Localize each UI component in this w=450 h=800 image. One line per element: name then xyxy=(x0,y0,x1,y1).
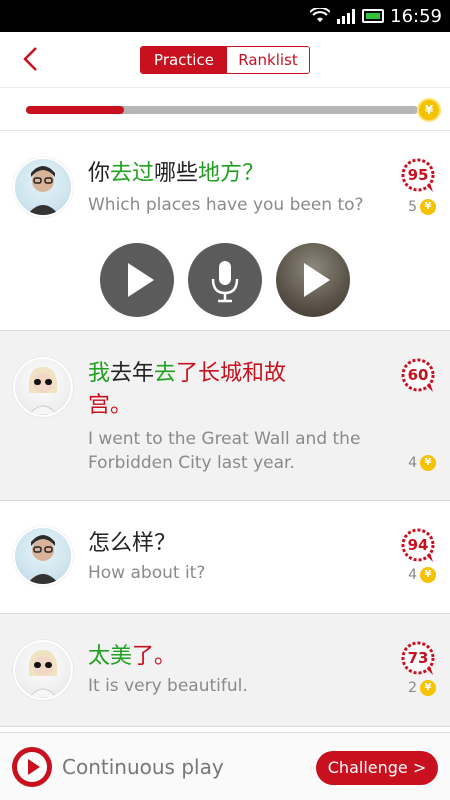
list-item[interactable]: 怎么样？ How about it? 94 4 ¥ xyxy=(0,501,450,614)
zh-seg: 哪些 xyxy=(154,161,199,186)
challenge-button[interactable]: Challenge > xyxy=(316,751,438,785)
score-value: 73 xyxy=(407,649,429,667)
coin-count: 4 ¥ xyxy=(408,455,436,471)
continuous-play-button[interactable] xyxy=(12,747,52,787)
score-badge: 94 xyxy=(400,527,436,563)
avatar-female xyxy=(13,357,73,417)
playback-controls xyxy=(100,243,350,317)
coin-icon: ¥ xyxy=(420,567,436,583)
score-value: 95 xyxy=(407,166,429,184)
wifi-icon xyxy=(310,8,331,22)
coin-icon: ¥ xyxy=(420,199,436,215)
tab-ranklist[interactable]: Ranklist xyxy=(227,47,309,73)
coin-count: 4 ¥ xyxy=(408,567,436,583)
continuous-play-label[interactable]: Continuous play xyxy=(62,755,224,779)
microphone-icon xyxy=(211,261,239,303)
score-badge: 60 xyxy=(400,357,436,393)
progress-section: ¥ xyxy=(0,88,450,131)
list-item[interactable]: 太美了。 It is very beautiful. 73 2 ¥ xyxy=(0,614,450,727)
coin-count: 5 ¥ xyxy=(408,199,436,215)
status-time: 16:59 xyxy=(390,5,442,27)
zh-seg: ？ xyxy=(242,161,265,186)
coin-value: 4 xyxy=(408,567,417,583)
coin-icon: ¥ xyxy=(420,680,436,696)
zh-seg: 了。 xyxy=(132,644,177,669)
signal-icon xyxy=(337,9,356,24)
zh-seg: 去过 xyxy=(110,161,155,186)
score-badge: 95 xyxy=(400,157,436,193)
zh-seg: 太美 xyxy=(88,644,133,669)
sentence-english: I went to the Great Wall and the Forbidd… xyxy=(88,429,361,473)
tab-segment: Practice Ranklist xyxy=(140,46,310,74)
list-item[interactable]: 你去过哪些地方？ Which places have you been to? … xyxy=(0,131,450,331)
bottom-bar: Continuous play Challenge > xyxy=(0,732,450,800)
play-icon xyxy=(17,752,47,782)
sentence-chinese: 怎么样？ xyxy=(88,528,318,560)
back-icon[interactable] xyxy=(18,45,46,73)
status-bar: 16:59 xyxy=(0,0,450,32)
zh-seg: 我 xyxy=(88,361,111,386)
score-value: 60 xyxy=(407,366,429,384)
sentence-chinese: 我去年去了长城和故宫。 xyxy=(88,358,298,422)
avatar-male xyxy=(13,526,73,586)
header: Practice Ranklist xyxy=(0,32,450,88)
progress-bar xyxy=(26,106,418,114)
zh-seg: 怎么样？ xyxy=(88,531,177,556)
sentence-english: How about it? xyxy=(88,563,206,583)
avatar-female xyxy=(13,640,73,700)
replay-recording-icon xyxy=(304,263,330,297)
avatar-male xyxy=(13,157,73,217)
status-icons: 16:59 xyxy=(310,0,442,32)
coin-icon: ¥ xyxy=(417,98,441,122)
sentence-chinese: 你去过哪些地方？ xyxy=(88,158,318,190)
coin-value: 4 xyxy=(408,455,417,471)
list-item[interactable]: 我去年去了长城和故宫。 I went to the Great Wall and… xyxy=(0,331,450,501)
progress-fill xyxy=(26,106,124,114)
battery-icon xyxy=(362,9,385,23)
coin-icon: ¥ xyxy=(420,455,436,471)
tab-practice[interactable]: Practice xyxy=(141,47,227,73)
coin-count: 2 ¥ xyxy=(408,680,436,696)
zh-seg: 去年 xyxy=(110,361,155,386)
play-recording-button[interactable] xyxy=(276,243,350,317)
score-value: 94 xyxy=(407,536,429,554)
coin-value: 2 xyxy=(408,680,417,696)
record-button[interactable] xyxy=(188,243,262,317)
sentence-english: Which places have you been to? xyxy=(88,195,364,215)
sentence-english: It is very beautiful. xyxy=(88,676,248,696)
zh-seg: 你 xyxy=(88,161,111,186)
coin-value: 5 xyxy=(408,199,417,215)
zh-seg: 地方 xyxy=(198,161,243,186)
sentence-chinese: 太美了。 xyxy=(88,641,318,673)
play-button[interactable] xyxy=(100,243,174,317)
zh-seg: 去 xyxy=(154,361,177,386)
score-badge: 73 xyxy=(400,640,436,676)
play-icon xyxy=(128,263,154,297)
